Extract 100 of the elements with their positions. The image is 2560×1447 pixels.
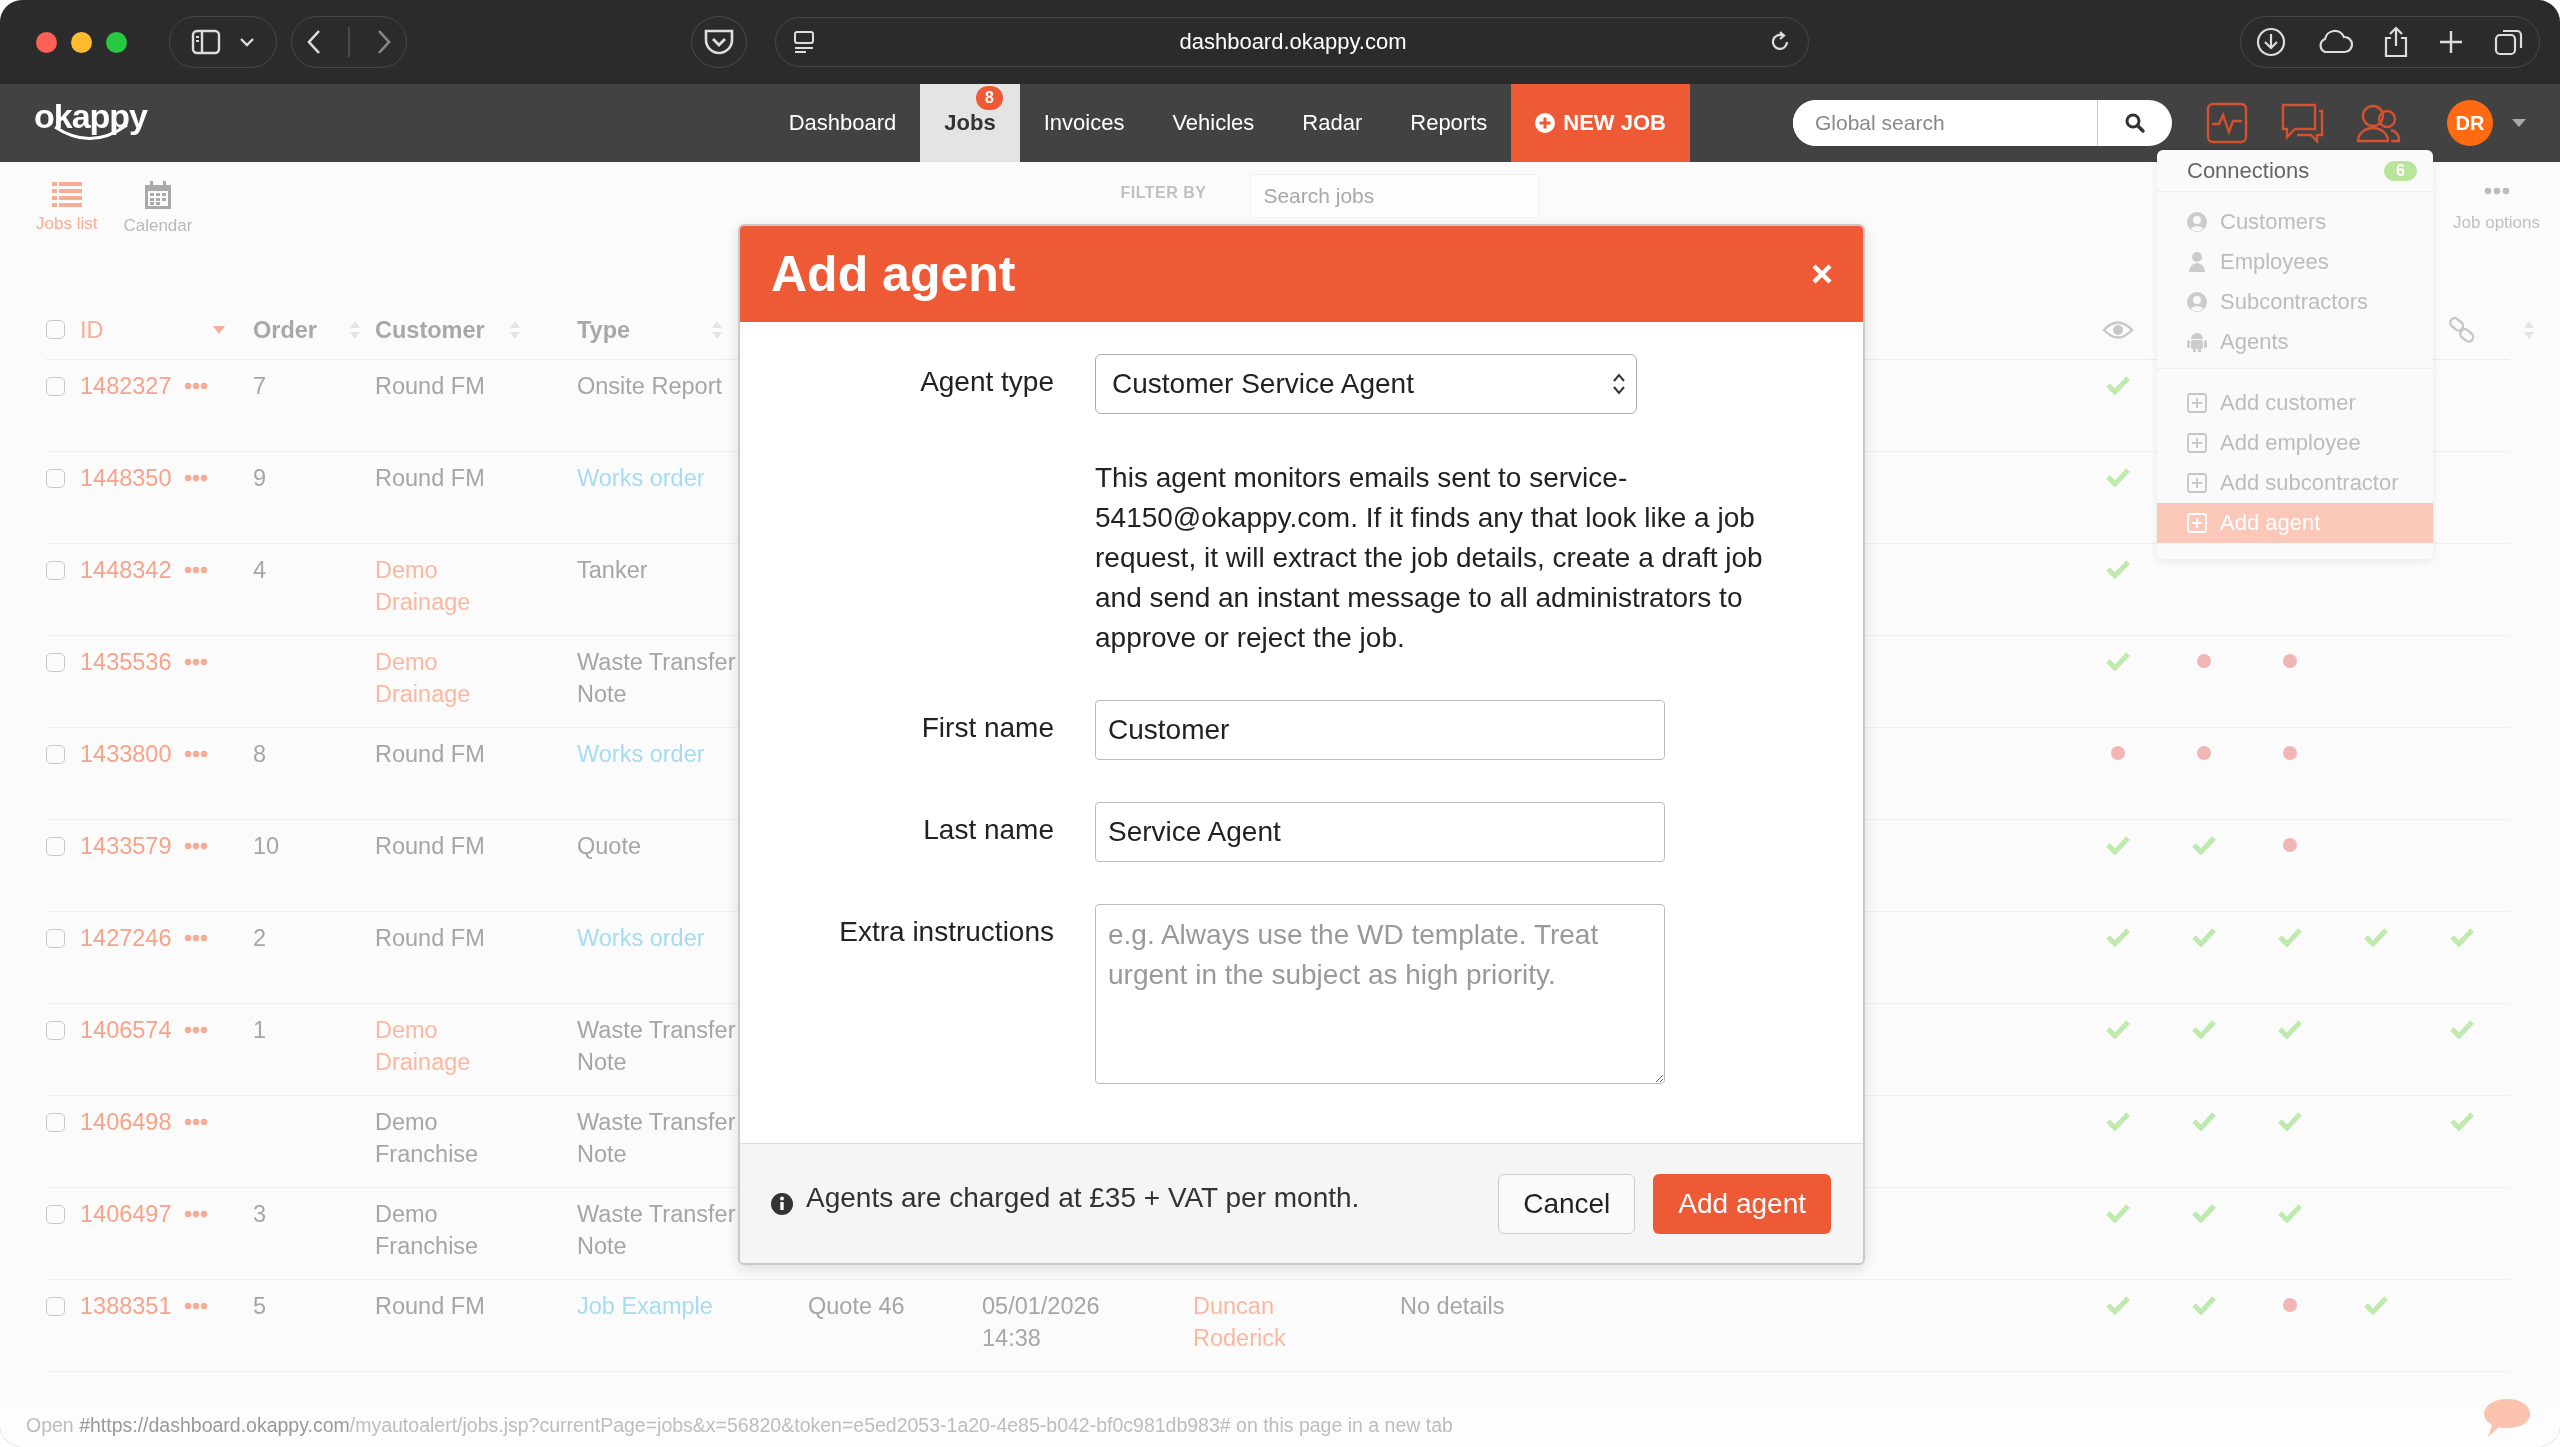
customer-name: Round FM — [375, 740, 485, 769]
checkbox[interactable] — [46, 320, 65, 339]
view-tab[interactable]: Jobs list — [30, 180, 104, 234]
more-icon[interactable] — [183, 566, 208, 574]
checkbox[interactable] — [46, 745, 65, 764]
job-id-link[interactable]: 1406497 — [80, 1198, 172, 1230]
job-id-link[interactable]: 1448350 — [80, 462, 172, 494]
close-window-button[interactable] — [36, 31, 57, 53]
activity-icon[interactable] — [2205, 101, 2249, 145]
checkbox[interactable] — [46, 1113, 65, 1132]
cancel-button[interactable]: Cancel — [1498, 1173, 1636, 1234]
more-icon[interactable] — [183, 1118, 208, 1126]
chevron-down-icon[interactable] — [237, 36, 256, 48]
job-id-link[interactable]: 1433800 — [80, 738, 172, 770]
customer-link[interactable]: Demo Drainage — [375, 554, 525, 618]
caret-icon[interactable] — [2511, 118, 2527, 128]
chat-icon[interactable] — [2279, 101, 2325, 145]
check-icon — [2105, 1019, 2131, 1039]
calendar-icon — [142, 180, 173, 210]
job-id-link[interactable]: 1435536 — [80, 646, 172, 678]
nav-tab[interactable]: Dashboard — [764, 84, 921, 162]
menu-item[interactable]: Employees — [2157, 242, 2433, 282]
logo[interactable]: okappy — [34, 101, 148, 145]
updown-icon — [1612, 372, 1626, 396]
search-field[interactable]: Search jobs — [1250, 174, 1540, 218]
more-icon[interactable] — [183, 934, 208, 942]
search-field[interactable]: Global search — [1793, 100, 2172, 146]
job-type-link[interactable]: Works order — [577, 922, 705, 954]
menu-item[interactable]: Add agent — [2157, 503, 2433, 543]
more-icon[interactable] — [183, 382, 208, 390]
eye-icon[interactable] — [2102, 318, 2134, 341]
menu-item[interactable]: Customers — [2157, 202, 2433, 242]
job-id-link[interactable]: 1406574 — [80, 1014, 172, 1046]
more-icon[interactable] — [183, 1026, 208, 1034]
more-icon[interactable] — [183, 750, 208, 758]
more-icon[interactable] — [183, 1302, 208, 1310]
checkbox[interactable] — [46, 561, 65, 580]
instructions-field[interactable]: e.g. Always use the WD template. Treat urgent in the subject as high priority. — [1095, 904, 1665, 1084]
pocket-icon[interactable] — [703, 27, 735, 57]
job-id-link[interactable]: 1482327 — [80, 370, 172, 402]
zoom-window-button[interactable] — [106, 31, 127, 53]
add-agent-button[interactable]: Add agent — [1653, 1173, 1831, 1234]
checkbox[interactable] — [46, 653, 65, 672]
check-icon — [2105, 927, 2131, 947]
user-icon — [2186, 251, 2208, 273]
job-id-link[interactable]: 1388351 — [80, 1290, 172, 1322]
more-icon[interactable] — [183, 1210, 208, 1218]
menu-item[interactable]: Add employee — [2157, 423, 2433, 463]
column-header[interactable]: ID — [80, 313, 104, 346]
column-header[interactable]: Type — [577, 313, 631, 346]
menu-item[interactable]: Add subcontractor — [2157, 463, 2433, 503]
checkbox[interactable] — [46, 377, 65, 396]
job-type-link[interactable]: Works order — [577, 462, 705, 494]
checkbox[interactable] — [46, 1021, 65, 1040]
job-type-link[interactable]: Job Example — [577, 1290, 713, 1322]
nav-tab[interactable]: Reports — [1386, 84, 1512, 162]
column-header[interactable]: Order — [253, 313, 317, 346]
view-tab[interactable]: Calendar — [117, 180, 199, 236]
sort-down-icon[interactable] — [212, 324, 226, 335]
job-id-link[interactable]: 1406498 — [80, 1106, 172, 1138]
menu-item[interactable]: Subcontractors — [2157, 282, 2433, 322]
status-dot — [2283, 1298, 2297, 1312]
job-type: Waste Transfer Note — [577, 1016, 737, 1077]
chat-bubble-icon[interactable] — [2482, 1397, 2532, 1439]
checkbox[interactable] — [46, 469, 65, 488]
order-number: 1 — [253, 1016, 267, 1045]
nav-tab[interactable]: Vehicles — [1148, 84, 1279, 162]
last-name-field[interactable]: Service Agent — [1095, 802, 1665, 862]
nav-tab[interactable]: Jobs 8 — [920, 84, 1020, 162]
download-icon[interactable] — [2255, 26, 2288, 58]
column-header[interactable]: Customer — [375, 313, 485, 346]
nav-tab[interactable]: Invoices — [1019, 84, 1149, 162]
checkbox[interactable] — [46, 1205, 65, 1224]
minimize-window-button[interactable] — [71, 31, 92, 53]
agent-type-select[interactable]: Customer Service Agent — [1095, 354, 1637, 414]
close-icon[interactable] — [1811, 263, 1833, 285]
new-job-button[interactable]: NEW JOB — [1511, 84, 1690, 162]
menu-item[interactable]: Add customer — [2157, 383, 2433, 423]
customer-link[interactable]: Demo Drainage — [375, 646, 525, 710]
more-icon[interactable] — [183, 474, 208, 482]
more-icon[interactable] — [183, 658, 208, 666]
nav-tab[interactable]: Radar — [1278, 84, 1387, 162]
job-options-button[interactable]: Job options — [2447, 186, 2546, 234]
more-icon[interactable] — [183, 842, 208, 850]
job-id-link[interactable]: 1448342 — [80, 554, 172, 586]
link-icon[interactable] — [2448, 315, 2476, 344]
menu-item[interactable]: Agents — [2157, 322, 2433, 362]
first-name-field[interactable]: Customer — [1095, 700, 1665, 760]
new-tab-icon[interactable] — [2438, 29, 2465, 55]
user-avatar[interactable]: DR — [2447, 100, 2493, 146]
checkbox[interactable] — [46, 1297, 65, 1316]
job-id-link[interactable]: 1433579 — [80, 830, 172, 862]
customer-link[interactable]: Demo Drainage — [375, 1014, 525, 1078]
table-link[interactable]: Duncan Roderick — [1193, 1290, 1343, 1354]
job-type-link[interactable]: Works order — [577, 738, 705, 770]
sidebar-icon[interactable] — [190, 29, 221, 55]
checkbox[interactable] — [46, 837, 65, 856]
count-badge: 8 — [976, 86, 1003, 110]
job-id-link[interactable]: 1427246 — [80, 922, 172, 954]
checkbox[interactable] — [46, 929, 65, 948]
